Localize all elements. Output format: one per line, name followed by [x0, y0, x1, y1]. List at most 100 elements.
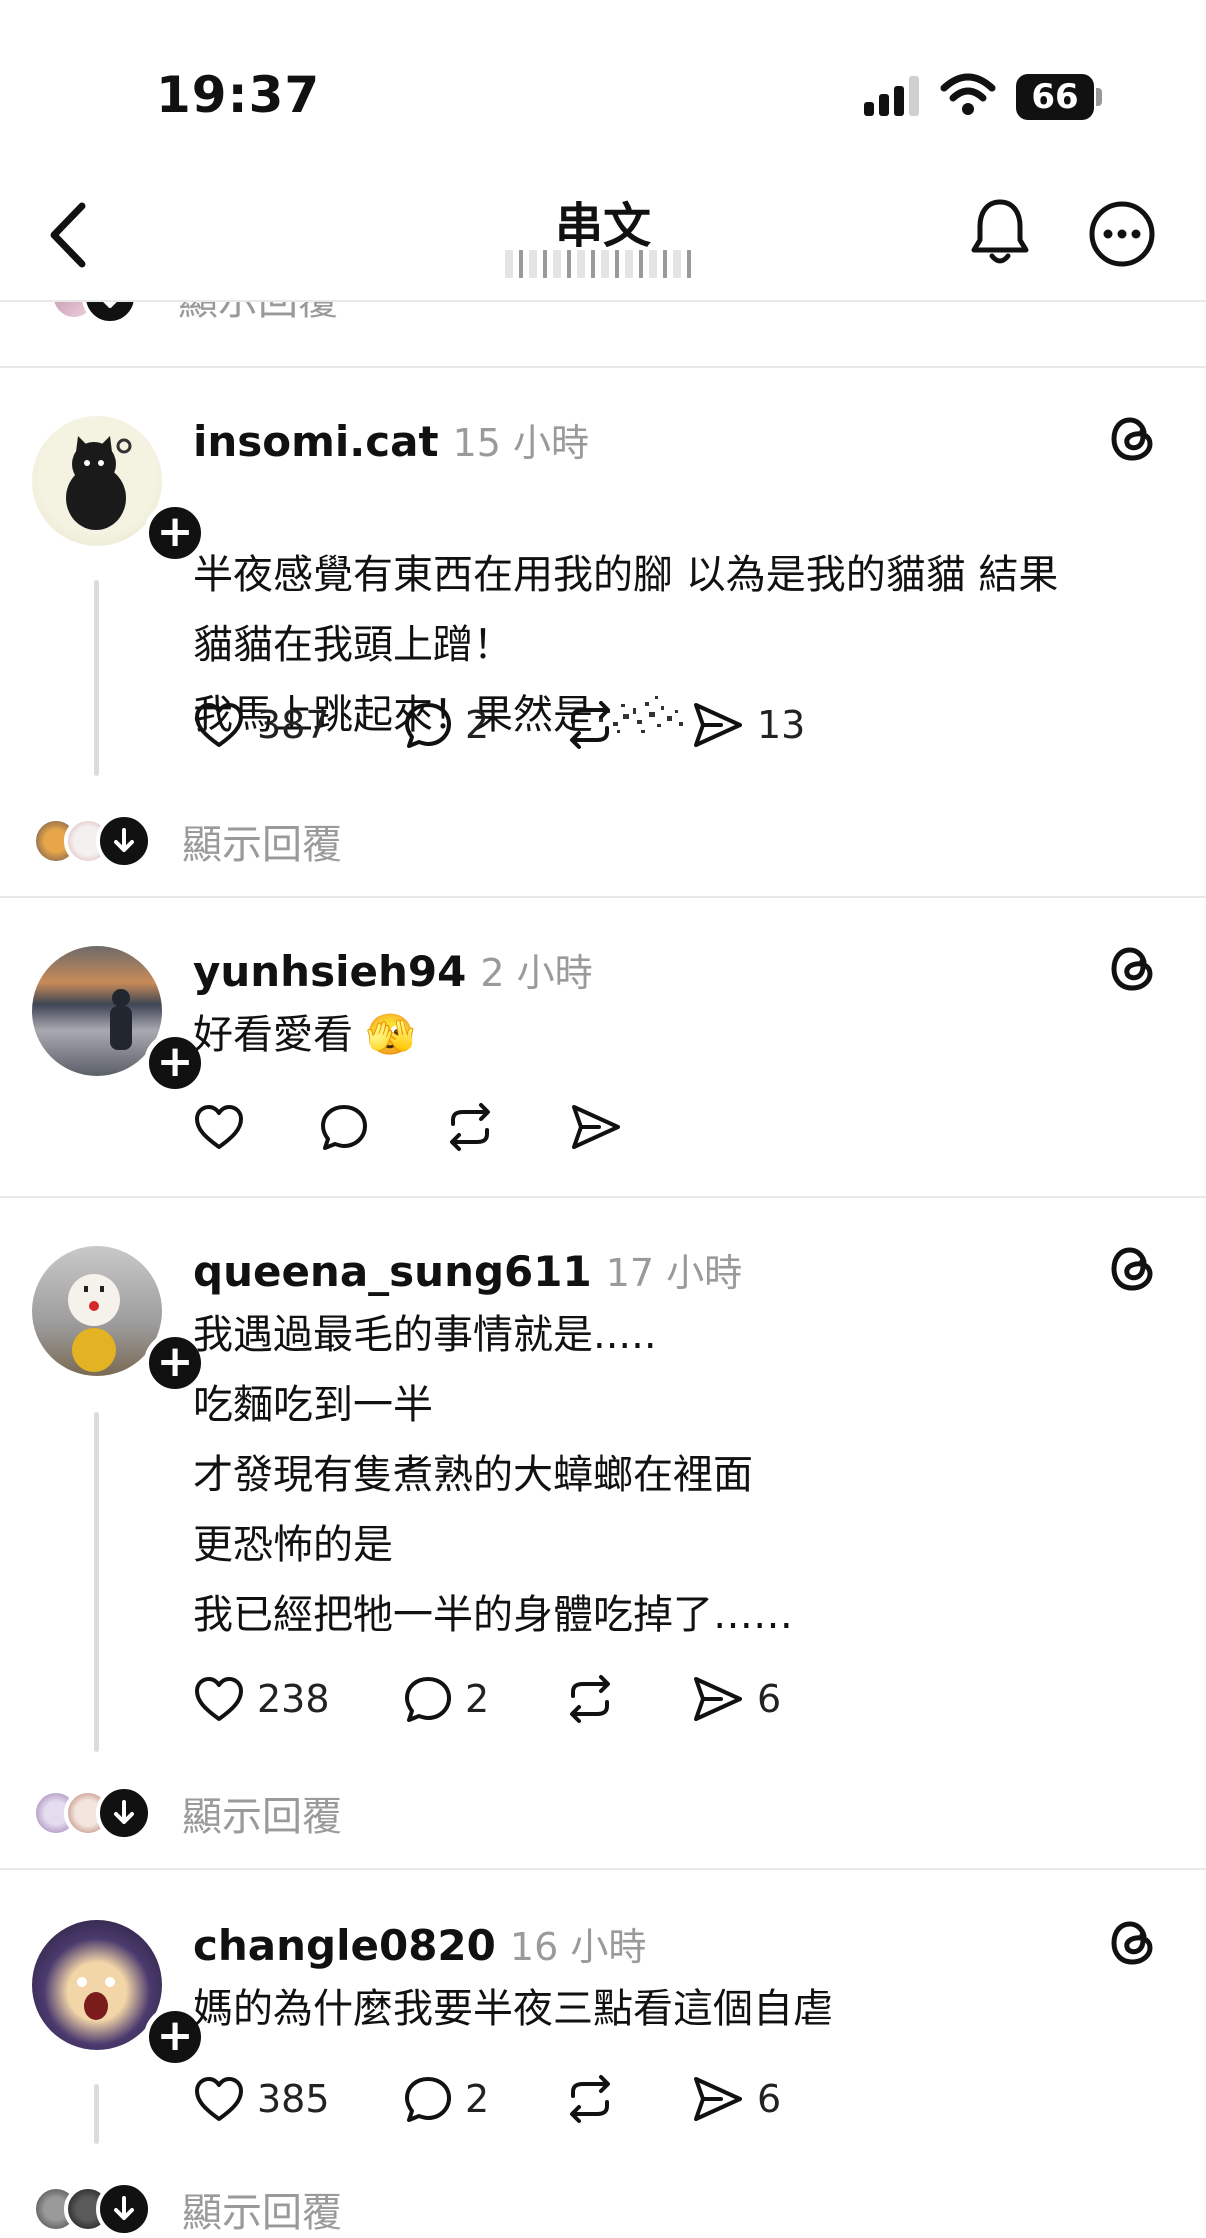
username[interactable]: changle0820	[193, 1921, 496, 1970]
avatar	[32, 416, 162, 546]
repost-button[interactable]	[563, 2074, 691, 2124]
show-replies-link[interactable]: 顯示回覆	[182, 2180, 342, 2238]
share-count: 6	[757, 2077, 782, 2121]
arrow-down-icon	[96, 1785, 152, 1841]
post-divider	[0, 896, 1206, 898]
post-header: changle0820 16 小時	[193, 1916, 646, 1971]
username[interactable]: insomi.cat	[193, 417, 439, 466]
repost-icon	[570, 701, 610, 749]
post-time: 15 小時	[452, 421, 590, 465]
repost-button[interactable]	[563, 700, 691, 750]
heart-icon	[195, 1105, 243, 1149]
avatar-wrap[interactable]: +	[32, 1246, 206, 1394]
arrow-down-icon	[82, 302, 138, 325]
thread-line	[94, 2084, 99, 2144]
comment-bubble-icon	[405, 2077, 451, 2122]
threads-logo-icon[interactable]	[1108, 1244, 1158, 1294]
share-button[interactable]	[569, 1102, 635, 1152]
post-header: insomi.cat 15 小時	[193, 412, 589, 467]
repost-icon	[570, 1675, 610, 1723]
share-count: 6	[757, 1677, 782, 1721]
post-divider	[0, 1196, 1206, 1198]
action-bar: 385 2 6	[193, 2074, 781, 2124]
threads-logo-icon[interactable]	[1108, 944, 1158, 994]
heart-icon	[195, 1677, 243, 1721]
post-text: 媽的為什麼我要半夜三點看這個自虐	[193, 1986, 833, 2032]
show-replies-link[interactable]: 顯示回覆	[182, 812, 342, 870]
battery-cap	[1096, 88, 1102, 106]
arrow-down-icon	[96, 813, 152, 869]
wifi-icon	[940, 73, 996, 115]
like-count: 387	[257, 703, 330, 747]
comment-bubble-icon	[321, 1105, 367, 1150]
show-replies-link[interactable]: 顯示回覆	[182, 1784, 342, 1842]
person-silhouette-icon	[110, 989, 132, 1050]
arrow-down-icon	[96, 2181, 152, 2237]
post-time: 16 小時	[509, 1925, 647, 1969]
like-count: 238	[257, 1677, 330, 1721]
avatar	[32, 946, 162, 1076]
reply-row[interactable]: 顯示回覆	[32, 1784, 342, 1842]
cellular-signal-icon	[864, 76, 919, 116]
clown-figure-icon	[68, 1274, 120, 1372]
comment-bubble-icon	[405, 1677, 451, 1722]
post-header: yunhsieh94 2 小時	[193, 942, 593, 997]
share-count: 13	[757, 703, 806, 747]
like-button[interactable]	[193, 1102, 319, 1152]
post-divider	[0, 1868, 1206, 1870]
bell-icon[interactable]	[968, 196, 1032, 268]
repost-icon	[450, 1103, 490, 1151]
comment-count: 2	[465, 1677, 490, 1721]
comment-count: 2	[465, 703, 490, 747]
repost-icon	[570, 2075, 610, 2123]
repost-button[interactable]	[443, 1102, 569, 1152]
avatar-wrap[interactable]: +	[32, 1920, 206, 2068]
send-icon	[694, 2077, 742, 2121]
like-button[interactable]: 387	[193, 700, 403, 750]
share-button[interactable]: 13	[691, 700, 805, 750]
post-time: 2 小時	[480, 951, 593, 995]
username[interactable]: queena_sung611	[193, 1247, 592, 1296]
share-button[interactable]: 6	[691, 1674, 781, 1724]
post-divider	[0, 366, 1206, 368]
cat-avatar-icon	[66, 436, 132, 530]
reply-row[interactable]: 顯示回覆	[32, 812, 342, 870]
username[interactable]: yunhsieh94	[193, 947, 466, 996]
action-bar	[193, 1102, 635, 1152]
comment-button[interactable]: 2	[403, 1674, 563, 1724]
threads-logo-icon[interactable]	[1108, 414, 1158, 464]
avatar	[32, 1246, 162, 1376]
avatar-wrap[interactable]: +	[32, 416, 206, 564]
status-time: 19:37	[156, 66, 321, 124]
comment-button[interactable]	[319, 1102, 443, 1152]
battery-icon: 66	[1016, 74, 1094, 120]
send-icon	[694, 703, 742, 747]
like-button[interactable]: 385	[193, 2074, 403, 2124]
like-button[interactable]: 238	[193, 1674, 403, 1724]
action-bar: 238 2 6	[193, 1674, 781, 1724]
avatar	[32, 1920, 162, 2050]
post-text: 我遇過最毛的事情就是..... 吃麵吃到一半 才發現有隻煮熟的大蟑螂在裡面 更恐…	[193, 1312, 793, 1638]
send-icon	[694, 1677, 742, 1721]
blurred-subtitle	[505, 250, 695, 278]
thread-line	[94, 580, 99, 776]
post-header: queena_sung611 17 小時	[193, 1242, 742, 1297]
post-time: 17 小時	[605, 1251, 743, 1295]
repost-button[interactable]	[563, 1674, 691, 1724]
reply-row[interactable]: 顯示回覆	[32, 2180, 342, 2238]
more-options-icon[interactable]	[1088, 200, 1156, 268]
threads-logo-icon[interactable]	[1108, 1918, 1158, 1968]
comment-count: 2	[465, 2077, 490, 2121]
anime-face-icon	[77, 1977, 115, 2020]
send-icon	[572, 1105, 620, 1149]
comment-button[interactable]: 2	[403, 2074, 563, 2124]
heart-icon	[195, 703, 243, 747]
heart-icon	[195, 2077, 243, 2121]
action-bar: 387 2 13	[193, 700, 805, 750]
show-replies-link[interactable]: 顯示回覆	[178, 302, 338, 326]
avatar-wrap[interactable]: +	[32, 946, 206, 1094]
share-button[interactable]: 6	[691, 2074, 781, 2124]
like-count: 385	[257, 2077, 330, 2121]
partial-reply-row[interactable]: 顯示回覆	[0, 302, 1206, 366]
comment-button[interactable]: 2	[403, 700, 563, 750]
